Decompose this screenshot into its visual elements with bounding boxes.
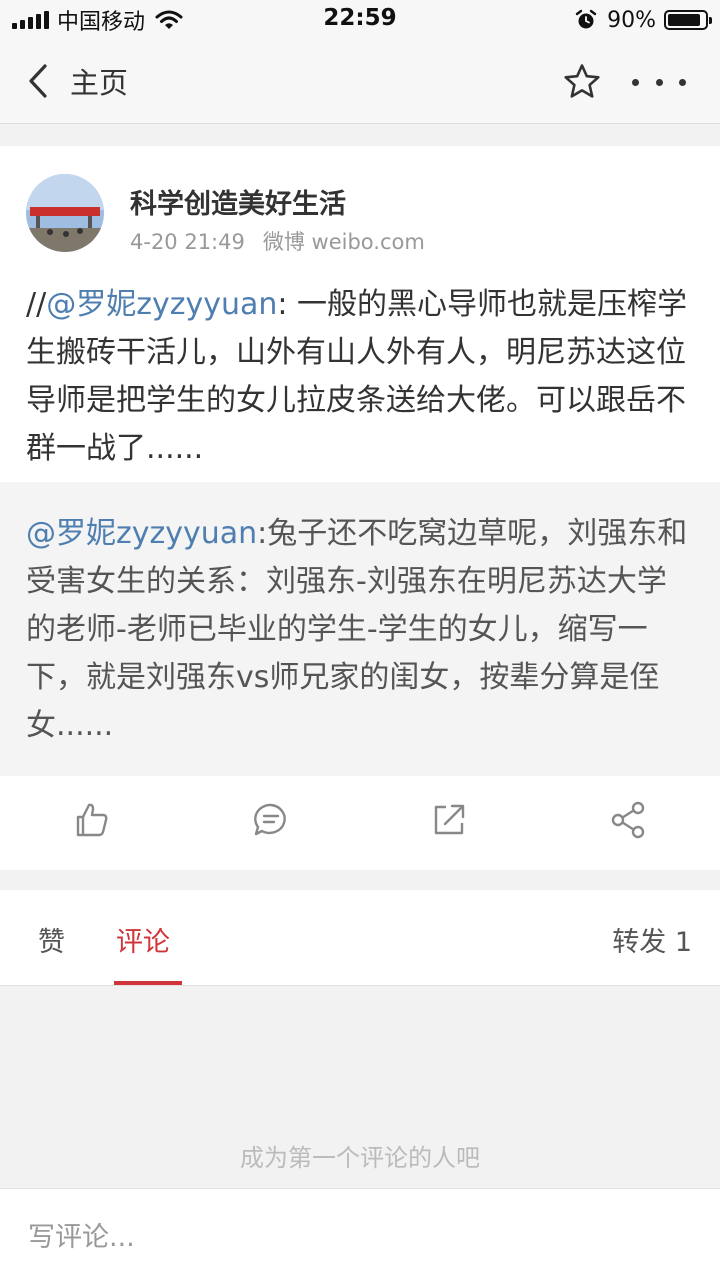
chevron-left-icon	[26, 61, 56, 101]
comment-bar: 写评论...	[0, 1188, 720, 1280]
post-text: //@罗妮zyzyyuan: 一般的黑心导师也就是压榨学生搬砖干活儿，山外有山人…	[26, 281, 696, 473]
status-bar: 中国移动 22:59 90%	[0, 0, 720, 40]
comment-button[interactable]	[251, 800, 291, 840]
empty-comments-text: 成为第一个评论的人吧	[240, 1144, 480, 1172]
more-button[interactable]	[632, 62, 686, 102]
comment-icon	[254, 803, 286, 836]
post-text-prefix: //	[26, 287, 47, 322]
tabs-bar: 赞 评论 转发 1	[0, 890, 720, 986]
alarm-icon	[575, 9, 597, 31]
more-icon-dot	[679, 78, 686, 86]
post-time: 4-20 21:49	[130, 230, 245, 254]
post-meta: 4-20 21:49 微博 weibo.com	[130, 226, 425, 256]
more-icon-dot	[632, 78, 639, 86]
share-icon	[611, 801, 645, 839]
author-name[interactable]: 科学创造美好生活	[130, 182, 346, 221]
tab-repost[interactable]: 转发 1	[612, 920, 692, 959]
tab-active-indicator	[114, 981, 182, 985]
repost-text: @罗妮zyzyyuan:兔子还不吃窝边草呢，刘强东和受害女生的关系：刘强东-刘强…	[26, 510, 696, 750]
status-right: 90%	[575, 6, 712, 34]
more-icon-dot	[655, 78, 663, 86]
nav-title: 主页	[70, 66, 129, 100]
tab-like[interactable]: 赞	[38, 920, 65, 959]
avatar[interactable]	[26, 174, 104, 252]
action-bar	[0, 776, 720, 870]
thumbs-up-icon	[76, 803, 108, 837]
repost-mention-link[interactable]: @罗妮zyzyyuan	[26, 516, 257, 551]
back-button[interactable]: 主页	[26, 60, 128, 102]
tab-comment[interactable]: 评论	[116, 920, 170, 959]
like-button[interactable]	[72, 800, 112, 840]
post-mention-link[interactable]: @罗妮zyzyyuan	[46, 287, 277, 322]
post-source: 微博 weibo.com	[262, 230, 425, 254]
repost-box[interactable]: @罗妮zyzyyuan:兔子还不吃窝边草呢，刘强东和受害女生的关系：刘强东-刘强…	[0, 482, 720, 776]
favorite-button[interactable]	[562, 62, 602, 102]
battery-percent: 90%	[607, 7, 656, 33]
nav-bar: 主页	[0, 40, 720, 124]
share-button[interactable]	[609, 800, 649, 840]
repost-button[interactable]	[429, 800, 469, 840]
star-icon	[564, 64, 600, 98]
repost-icon	[434, 804, 465, 835]
post-card: 科学创造美好生活 4-20 21:49 微博 weibo.com //@罗妮zyz…	[0, 146, 720, 870]
battery-icon	[664, 10, 712, 30]
comment-input[interactable]: 写评论...	[28, 1215, 135, 1254]
